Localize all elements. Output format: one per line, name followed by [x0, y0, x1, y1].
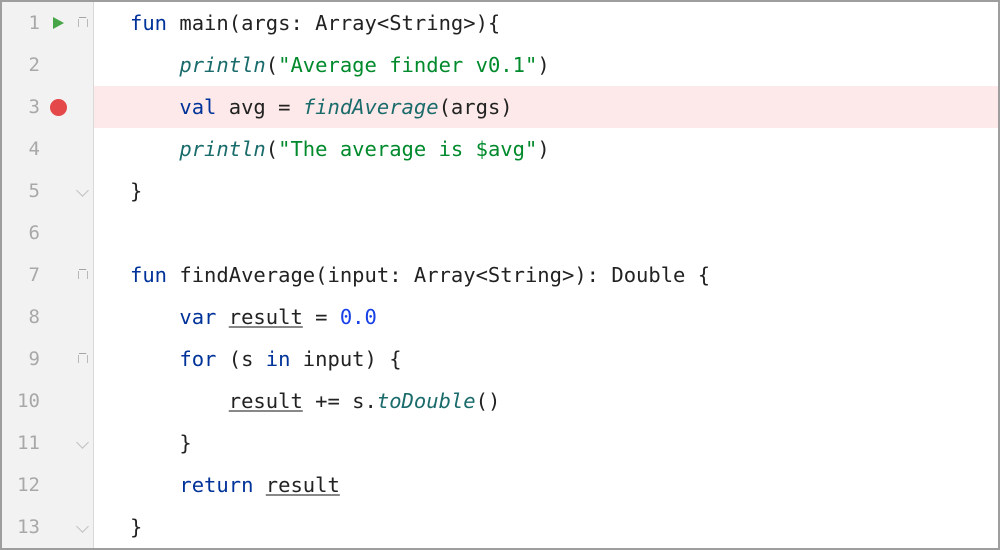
indent — [130, 473, 179, 497]
gutter-row[interactable]: 13 — [2, 506, 93, 548]
indent — [130, 53, 179, 77]
line-number: 13 — [10, 516, 40, 538]
string-literal: "The average is $avg" — [278, 137, 537, 161]
line-number: 9 — [10, 348, 40, 370]
gutter-row[interactable]: 10 — [2, 380, 93, 422]
indent — [130, 137, 179, 161]
text: ( — [266, 137, 278, 161]
text — [216, 305, 228, 329]
indent — [130, 95, 179, 119]
text: input) { — [290, 347, 401, 371]
code-editor: 12345678910111213 fun main(args: Array<S… — [2, 2, 998, 548]
text: = — [303, 305, 340, 329]
function-call: println — [179, 137, 265, 161]
fold-end-icon[interactable] — [73, 438, 93, 448]
line-number: 3 — [10, 96, 40, 118]
gutter: 12345678910111213 — [2, 2, 94, 548]
breakpoint-icon[interactable] — [46, 99, 70, 116]
text: += s. — [303, 389, 377, 413]
function-call: findAverage — [303, 95, 439, 119]
gutter-row[interactable]: 3 — [2, 86, 93, 128]
gutter-row[interactable]: 8 — [2, 296, 93, 338]
identifier: result — [229, 389, 303, 413]
text: (args) — [439, 95, 513, 119]
indent — [130, 305, 179, 329]
fold-collapse-icon[interactable] — [73, 353, 93, 365]
code-area[interactable]: fun main(args: Array<String>){ println("… — [94, 2, 998, 548]
keyword: return — [179, 473, 253, 497]
identifier: main — [179, 11, 228, 35]
identifier: findAverage — [179, 263, 315, 287]
code-line[interactable]: } — [94, 170, 998, 212]
code-line[interactable]: } — [94, 422, 998, 464]
code-line[interactable]: } — [94, 506, 998, 548]
indent — [130, 389, 229, 413]
keyword: in — [266, 347, 291, 371]
keyword: val — [179, 95, 216, 119]
string-literal: "Average finder v0.1" — [278, 53, 537, 77]
keyword: fun — [130, 263, 167, 287]
text: (s — [216, 347, 265, 371]
run-icon[interactable] — [46, 16, 70, 30]
code-line[interactable]: fun main(args: Array<String>){ — [94, 2, 998, 44]
function-call: println — [179, 53, 265, 77]
text — [253, 473, 265, 497]
fold-collapse-icon[interactable] — [73, 269, 93, 281]
gutter-row[interactable]: 12 — [2, 464, 93, 506]
code-line[interactable] — [94, 212, 998, 254]
text: } — [130, 179, 142, 203]
text — [167, 263, 179, 287]
gutter-row[interactable]: 7 — [2, 254, 93, 296]
line-number: 10 — [10, 390, 40, 412]
indent — [130, 431, 179, 455]
text: ) — [537, 53, 549, 77]
line-number: 12 — [10, 474, 40, 496]
gutter-row[interactable]: 11 — [2, 422, 93, 464]
function-call: toDouble — [377, 389, 476, 413]
text: } — [130, 515, 142, 539]
fold-collapse-icon[interactable] — [73, 17, 93, 29]
code-line[interactable]: fun findAverage(input: Array<String>): D… — [94, 254, 998, 296]
line-number: 7 — [10, 264, 40, 286]
text: () — [476, 389, 501, 413]
code-line[interactable]: for (s in input) { — [94, 338, 998, 380]
keyword: fun — [130, 11, 167, 35]
code-line[interactable]: println("Average finder v0.1") — [94, 44, 998, 86]
text: } — [179, 431, 191, 455]
code-line[interactable]: result += s.toDouble() — [94, 380, 998, 422]
line-number: 6 — [10, 222, 40, 244]
code-line[interactable]: var result = 0.0 — [94, 296, 998, 338]
keyword: var — [179, 305, 216, 329]
line-number: 8 — [10, 306, 40, 328]
text — [167, 11, 179, 35]
text: (args: Array<String>){ — [229, 11, 501, 35]
text: ( — [266, 53, 278, 77]
text: avg = — [216, 95, 302, 119]
code-line[interactable]: println("The average is $avg") — [94, 128, 998, 170]
indent — [130, 347, 179, 371]
gutter-row[interactable]: 5 — [2, 170, 93, 212]
code-line[interactable]: return result — [94, 464, 998, 506]
text: (input: Array<String>): Double { — [315, 263, 710, 287]
gutter-row[interactable]: 1 — [2, 2, 93, 44]
fold-end-icon[interactable] — [73, 522, 93, 532]
number-literal: 0.0 — [340, 305, 377, 329]
line-number: 11 — [10, 432, 40, 454]
identifier: result — [266, 473, 340, 497]
text: ) — [537, 137, 549, 161]
gutter-row[interactable]: 4 — [2, 128, 93, 170]
gutter-row[interactable]: 2 — [2, 44, 93, 86]
code-line[interactable]: val avg = findAverage(args) — [94, 86, 998, 128]
line-number: 2 — [10, 54, 40, 76]
line-number: 4 — [10, 138, 40, 160]
keyword: for — [179, 347, 216, 371]
gutter-row[interactable]: 6 — [2, 212, 93, 254]
line-number: 1 — [10, 12, 40, 34]
fold-end-icon[interactable] — [73, 186, 93, 196]
gutter-row[interactable]: 9 — [2, 338, 93, 380]
line-number: 5 — [10, 180, 40, 202]
identifier: result — [229, 305, 303, 329]
